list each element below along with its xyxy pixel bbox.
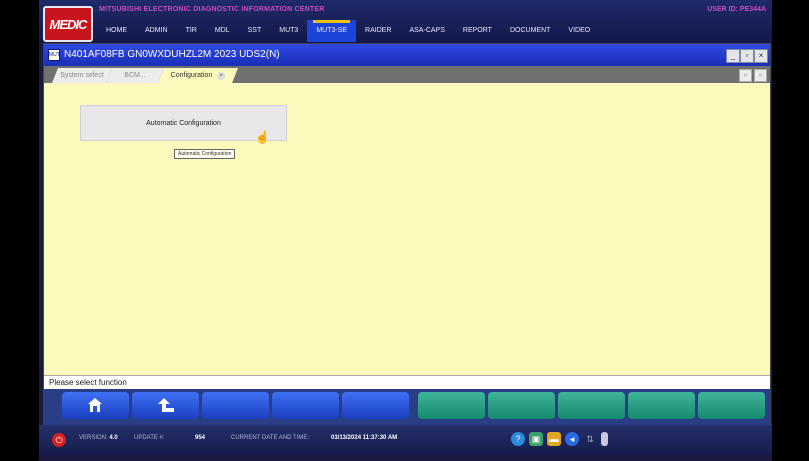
power-icon[interactable]: ⏻ <box>52 433 66 447</box>
tab-bcm[interactable]: BCM... <box>106 68 164 83</box>
nav-admin[interactable]: ADMIN <box>136 20 177 42</box>
function-key-5[interactable] <box>342 392 409 419</box>
nav-home[interactable]: HOME <box>97 20 136 42</box>
status-bar: Please select function <box>44 375 770 390</box>
datetime-value: 03/13/2024 11:37:30 AM <box>331 435 398 441</box>
function-key-4[interactable] <box>272 392 339 419</box>
close-button[interactable]: × <box>754 49 768 63</box>
nav-asa-caps[interactable]: ASA-CAPS <box>401 20 454 42</box>
tab-configuration[interactable]: Configuration × <box>158 68 238 83</box>
return-arrow-icon <box>158 398 174 412</box>
remote-icon[interactable]: ▣ <box>529 432 543 446</box>
tab-system-select[interactable]: System select <box>52 68 112 83</box>
function-key-3[interactable] <box>202 392 269 419</box>
center-title: MITSUBISHI ELECTRONIC DIAGNOSTIC INFORMA… <box>99 6 325 13</box>
main-nav: HOME ADMIN TIR MDL SST MUT3 MUT3-SE RAID… <box>97 20 599 42</box>
user-id: USER ID: PE344A <box>707 6 766 13</box>
volume-icon[interactable]: ◂ <box>565 432 579 446</box>
network-icon[interactable]: ⇅ <box>583 432 597 446</box>
home-button[interactable] <box>62 392 129 419</box>
medic-logo[interactable]: MEDIC <box>43 6 93 42</box>
function-key-10[interactable] <box>698 392 765 419</box>
nav-document[interactable]: DOCUMENT <box>501 20 559 42</box>
tab-close-icon[interactable]: × <box>217 72 225 80</box>
restore-button[interactable]: ▫ <box>740 49 754 63</box>
logo-text: MEDIC <box>49 16 88 32</box>
function-key-6[interactable] <box>418 392 485 419</box>
update-label: UPDATE #: <box>134 435 165 441</box>
return-button[interactable] <box>132 392 199 419</box>
nav-raider[interactable]: RAIDER <box>356 20 400 42</box>
datetime-label: CURRENT DATE AND TIME: <box>231 435 310 441</box>
window-titlebar[interactable]: MUT N401AF08FB GN0WXDUHZL2M 2023 UDS2(N)… <box>44 44 770 66</box>
top-header: MEDIC MITSUBISHI ELECTRONIC DIAGNOSTIC I… <box>39 0 772 43</box>
nav-mdl[interactable]: MDL <box>206 20 239 42</box>
nav-mut3[interactable]: MUT3 <box>270 20 307 42</box>
nav-report[interactable]: REPORT <box>454 20 501 42</box>
folder-icon[interactable]: ▬ <box>547 432 561 446</box>
tab-scroll-left-icon[interactable]: « <box>739 69 752 82</box>
hand-pointer-icon: ☝ <box>255 130 270 144</box>
function-key-bar <box>44 389 770 425</box>
vehicle-info: N401AF08FB GN0WXDUHZL2M 2023 UDS2(N) <box>64 49 280 60</box>
function-key-8[interactable] <box>558 392 625 419</box>
home-icon <box>88 398 102 412</box>
nav-video[interactable]: VIDEO <box>559 20 599 42</box>
taskbar: ⏻ VERSION: 4.0 UPDATE #: 954 CURRENT DAT… <box>39 425 772 455</box>
app-icon: MUT <box>48 49 60 61</box>
nav-tir[interactable]: TIR <box>177 20 206 42</box>
tab-scroll-right-icon[interactable]: » <box>754 69 767 82</box>
tab-bar: System select BCM... Configuration × « » <box>44 66 770 83</box>
function-key-9[interactable] <box>628 392 695 419</box>
nav-sst[interactable]: SST <box>239 20 271 42</box>
tooltip: Automatic Configuration <box>174 149 236 159</box>
help-icon[interactable]: ? <box>511 432 525 446</box>
mut3-window: MUT N401AF08FB GN0WXDUHZL2M 2023 UDS2(N)… <box>43 43 771 426</box>
version-label: VERSION: 4.0 <box>79 435 118 441</box>
screen: MEDIC MITSUBISHI ELECTRONIC DIAGNOSTIC I… <box>39 0 772 461</box>
minimize-button[interactable]: _ <box>726 49 740 63</box>
battery-icon <box>601 432 608 446</box>
function-key-7[interactable] <box>488 392 555 419</box>
nav-mut3-se[interactable]: MUT3-SE <box>307 20 357 42</box>
update-value: 954 <box>195 435 206 441</box>
